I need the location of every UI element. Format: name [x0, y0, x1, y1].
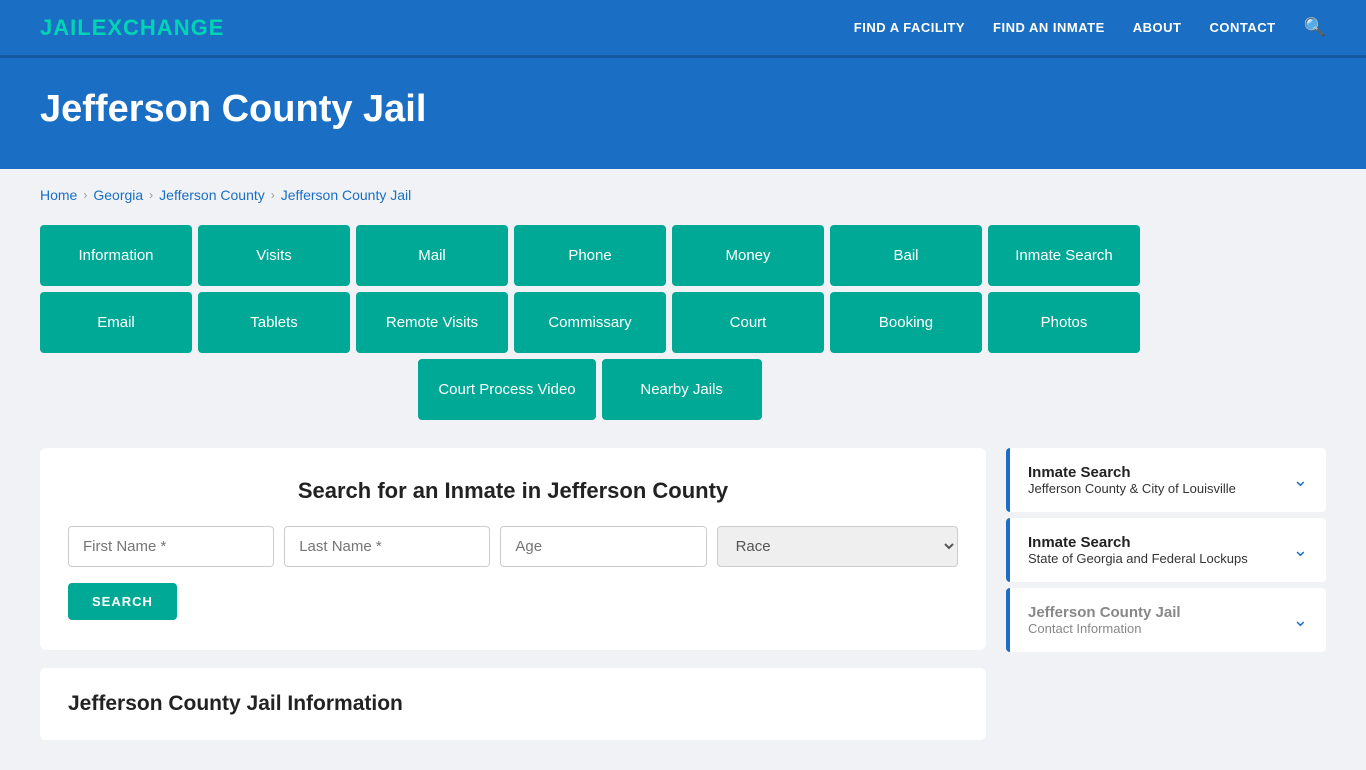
site-logo[interactable]: JAILEXCHANGE [40, 15, 224, 41]
sidebar-title-block-0: Inmate Search Jefferson County & City of… [1028, 464, 1236, 496]
breadcrumb-georgia[interactable]: Georgia [93, 187, 143, 203]
page-title: Jefferson County Jail [40, 88, 1326, 131]
sidebar-sub-1: State of Georgia and Federal Lockups [1028, 551, 1248, 566]
btn-photos[interactable]: Photos [988, 292, 1140, 353]
first-name-input[interactable] [68, 526, 274, 567]
btn-court[interactable]: Court [672, 292, 824, 353]
sidebar-card-1: Inmate Search State of Georgia and Feder… [1006, 518, 1326, 582]
info-heading: Jefferson County Jail Information [68, 692, 958, 716]
search-heading: Search for an Inmate in Jefferson County [68, 478, 958, 504]
main-content: Home › Georgia › Jefferson County › Jeff… [0, 169, 1366, 770]
sidebar-title-block-1: Inmate Search State of Georgia and Feder… [1028, 534, 1248, 566]
btn-email[interactable]: Email [40, 292, 192, 353]
breadcrumb-current: Jefferson County Jail [281, 187, 411, 203]
breadcrumb: Home › Georgia › Jefferson County › Jeff… [40, 187, 1326, 203]
sidebar-card-header-0[interactable]: Inmate Search Jefferson County & City of… [1010, 448, 1326, 512]
info-section: Jefferson County Jail Information [40, 668, 986, 740]
sidebar-label-1: Inmate Search [1028, 534, 1248, 551]
sidebar-title-block-2: Jefferson County Jail Contact Informatio… [1028, 604, 1181, 636]
btn-court-process-video[interactable]: Court Process Video [418, 359, 595, 420]
sidebar-label-0: Inmate Search [1028, 464, 1236, 481]
sidebar-card-header-2[interactable]: Jefferson County Jail Contact Informatio… [1010, 588, 1326, 652]
age-input[interactable] [500, 526, 706, 567]
service-grid-row3: Court Process Video Nearby Jails [40, 359, 1140, 420]
sidebar-card-0: Inmate Search Jefferson County & City of… [1006, 448, 1326, 512]
sidebar-label-2: Jefferson County Jail [1028, 604, 1181, 621]
race-select[interactable]: RaceWhiteBlackHispanicAsianNative Americ… [717, 526, 958, 567]
logo-exchange: EXCHANGE [92, 15, 225, 40]
breadcrumb-jefferson-county[interactable]: Jefferson County [159, 187, 265, 203]
sidebar-card-2: Jefferson County Jail Contact Informatio… [1006, 588, 1326, 652]
left-column: Search for an Inmate in Jefferson County… [40, 448, 986, 740]
sep2: › [149, 188, 153, 202]
navbar: JAILEXCHANGE FIND A FACILITY FIND AN INM… [0, 0, 1366, 58]
search-panel: Search for an Inmate in Jefferson County… [40, 448, 986, 650]
nav-search-icon[interactable]: 🔍 [1304, 17, 1326, 38]
nav-about[interactable]: ABOUT [1133, 20, 1182, 35]
search-button[interactable]: SEARCH [68, 583, 177, 620]
service-grid-row2: Email Tablets Remote Visits Commissary C… [40, 292, 1140, 353]
nav-find-facility[interactable]: FIND A FACILITY [854, 20, 965, 35]
sidebar: Inmate Search Jefferson County & City of… [1006, 448, 1326, 740]
btn-inmate-search[interactable]: Inmate Search [988, 225, 1140, 286]
nav-contact[interactable]: CONTACT [1209, 20, 1275, 35]
btn-commissary[interactable]: Commissary [514, 292, 666, 353]
chevron-icon-0: ⌄ [1293, 470, 1308, 491]
btn-nearby-jails[interactable]: Nearby Jails [602, 359, 762, 420]
sep1: › [83, 188, 87, 202]
main-layout: Search for an Inmate in Jefferson County… [40, 448, 1326, 740]
search-form: RaceWhiteBlackHispanicAsianNative Americ… [68, 526, 958, 567]
last-name-input[interactable] [284, 526, 490, 567]
nav-find-inmate[interactable]: FIND AN INMATE [993, 20, 1105, 35]
btn-visits[interactable]: Visits [198, 225, 350, 286]
sep3: › [271, 188, 275, 202]
btn-mail[interactable]: Mail [356, 225, 508, 286]
btn-phone[interactable]: Phone [514, 225, 666, 286]
btn-tablets[interactable]: Tablets [198, 292, 350, 353]
logo-jail: JAIL [40, 15, 92, 40]
sidebar-card-header-1[interactable]: Inmate Search State of Georgia and Feder… [1010, 518, 1326, 582]
btn-bail[interactable]: Bail [830, 225, 982, 286]
hero-section: Jefferson County Jail [0, 58, 1366, 169]
sidebar-sub-2: Contact Information [1028, 621, 1181, 636]
chevron-icon-2: ⌄ [1293, 610, 1308, 631]
sidebar-sub-0: Jefferson County & City of Louisville [1028, 481, 1236, 496]
nav-links: FIND A FACILITY FIND AN INMATE ABOUT CON… [854, 17, 1326, 38]
chevron-icon-1: ⌄ [1293, 540, 1308, 561]
btn-remote-visits[interactable]: Remote Visits [356, 292, 508, 353]
service-grid-row1: Information Visits Mail Phone Money Bail… [40, 225, 1140, 286]
breadcrumb-home[interactable]: Home [40, 187, 77, 203]
btn-booking[interactable]: Booking [830, 292, 982, 353]
btn-money[interactable]: Money [672, 225, 824, 286]
btn-information[interactable]: Information [40, 225, 192, 286]
